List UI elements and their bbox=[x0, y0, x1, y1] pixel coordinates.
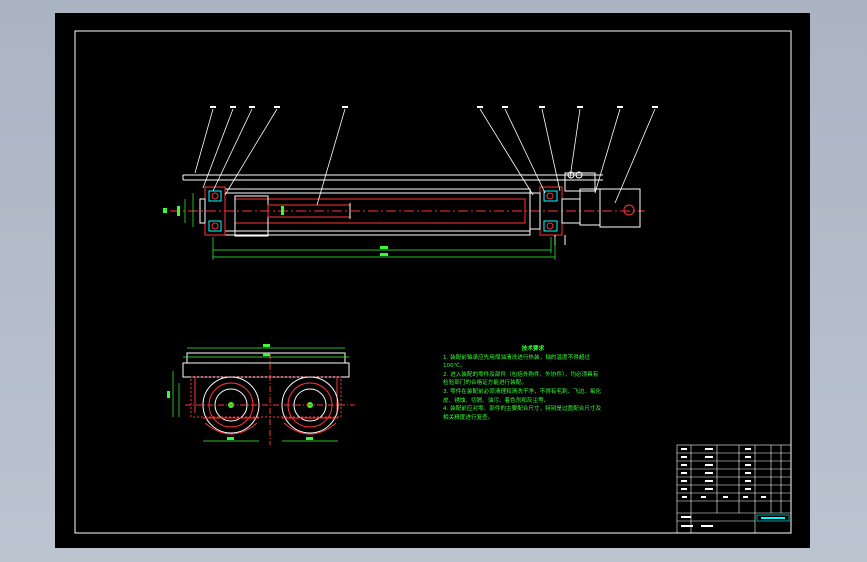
side-dimensions bbox=[167, 344, 349, 442]
cylinder-body bbox=[224, 188, 531, 236]
title-block bbox=[676, 444, 792, 534]
requirement-item: 2. 进入装配的零件及部件（包括外购件、外协件），均必须具有检验部门的合格证方能… bbox=[443, 371, 599, 387]
technical-requirements-title: 技术要求 bbox=[521, 346, 545, 352]
side-view bbox=[182, 352, 355, 445]
gearbox bbox=[579, 188, 601, 226]
requirement-item: 4. 装配前应对零、部件的主要配合尺寸，特别是过盈配合尺寸及相关精度进行复查。 bbox=[443, 406, 602, 421]
requirement-item: 1. 装配前轴承应先用煤油清洗进行热装，轴的温度不得超过100℃。 bbox=[443, 354, 590, 370]
part-leader-tags bbox=[210, 106, 658, 108]
technical-requirements: 技术要求 1. 装配前轴承应先用煤油清洗进行热装，轴的温度不得超过100℃。 2… bbox=[443, 345, 603, 422]
roller-insert bbox=[234, 195, 269, 237]
front-dimensions bbox=[163, 193, 556, 260]
drawing-sheet: 技术要求 1. 装配前轴承应先用煤油清洗进行热装，轴的温度不得超过100℃。 2… bbox=[55, 13, 810, 548]
front-view bbox=[170, 171, 645, 245]
requirement-item: 3. 零件在装配前必须清理和清洗干净，不得有毛刺、飞边、氧化皮、锈蚀、切屑、油污… bbox=[443, 388, 602, 404]
cad-drawing bbox=[74, 30, 792, 534]
title-block-text-marks bbox=[681, 448, 766, 527]
